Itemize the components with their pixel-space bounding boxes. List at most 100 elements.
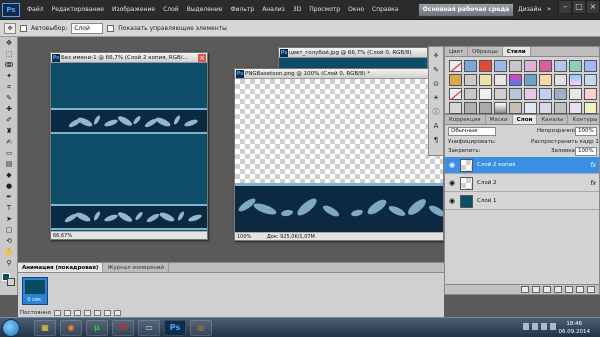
tab-paths[interactable]: Контуры <box>568 115 600 124</box>
autoselect-dropdown[interactable]: Слой <box>71 22 104 34</box>
menu-3d[interactable]: 3D <box>289 0 305 20</box>
menu-file[interactable]: Файл <box>23 0 48 20</box>
tab-measurement-log[interactable]: Журнал измерений <box>103 263 169 272</box>
layer-row[interactable]: ◉ Слой 2 fx <box>445 175 599 192</box>
tray-icon[interactable] <box>532 323 538 330</box>
canvas[interactable] <box>279 58 427 68</box>
style-preset-swatch[interactable] <box>479 102 492 114</box>
document-tab[interactable]: Ps PNGBasetoon.png @ 100% (Слой 0, RGB/8… <box>235 69 443 79</box>
path-select-icon[interactable]: ➤ <box>2 214 16 224</box>
style-preset-swatch[interactable] <box>464 102 477 114</box>
history-brush-icon[interactable]: ✍ <box>2 137 16 147</box>
style-preset-swatch[interactable] <box>509 60 522 72</box>
utorrent-icon[interactable]: µ <box>86 320 108 336</box>
start-button[interactable] <box>2 319 20 337</box>
first-frame-icon[interactable] <box>53 310 61 316</box>
close-icon[interactable]: × <box>198 54 206 62</box>
app-icon[interactable]: ◎ <box>190 320 212 336</box>
new-group-icon[interactable] <box>565 286 573 293</box>
tray-icon[interactable] <box>523 323 529 330</box>
menu-layer[interactable]: Слой <box>159 0 183 20</box>
tab-animation[interactable]: Анимация (покадровая) <box>18 263 104 272</box>
stamp-tool-icon[interactable]: ♜ <box>2 126 16 136</box>
tab-layers[interactable]: Слои <box>512 115 538 124</box>
move-tool-icon[interactable]: ✥ <box>4 22 16 34</box>
eye-icon[interactable]: ◉ <box>447 179 457 188</box>
animation-frame[interactable]: 0 сек. <box>22 277 48 305</box>
frame-delay[interactable]: 0 сек. <box>23 297 47 303</box>
style-preset-swatch[interactable] <box>479 74 492 86</box>
style-preset-swatch[interactable] <box>464 60 477 72</box>
style-preset-swatch[interactable] <box>449 60 462 72</box>
volume-icon[interactable] <box>550 323 556 330</box>
style-preset-swatch[interactable] <box>539 88 552 100</box>
style-preset-swatch[interactable] <box>584 60 597 72</box>
style-preset-swatch[interactable] <box>554 88 567 100</box>
style-preset-swatch[interactable] <box>524 60 537 72</box>
opera-icon[interactable]: O <box>112 320 134 336</box>
lasso-tool-icon[interactable]: ↂ <box>2 60 16 70</box>
style-preset-swatch[interactable] <box>554 74 567 86</box>
tab-adjustments[interactable]: Коррекция <box>445 115 486 124</box>
style-preset-swatch[interactable] <box>509 74 522 86</box>
clone-source-icon[interactable]: ⊙ <box>430 79 442 89</box>
style-preset-swatch[interactable] <box>524 102 537 114</box>
style-preset-swatch[interactable] <box>539 102 552 114</box>
document-window-1[interactable]: Ps Без имени-1 @ 66,7% (Слой 2 копия, RG… <box>50 52 208 240</box>
tween-icon[interactable] <box>93 310 101 316</box>
style-preset-swatch[interactable] <box>494 60 507 72</box>
menu-analysis[interactable]: Анализ <box>258 0 289 20</box>
style-preset-swatch[interactable] <box>584 102 597 114</box>
document-window-3[interactable]: Ps PNGBasetoon.png @ 100% (Слой 0, RGB/8… <box>234 68 444 241</box>
workspace-button[interactable]: Основная рабочая среда <box>418 3 514 17</box>
link-layers-icon[interactable] <box>521 286 529 293</box>
style-preset-swatch[interactable] <box>479 88 492 100</box>
style-preset-swatch[interactable] <box>584 74 597 86</box>
menu-view[interactable]: Просмотр <box>305 0 344 20</box>
gradient-tool-icon[interactable]: ▤ <box>2 159 16 169</box>
brush-tool-icon[interactable]: ✐ <box>2 115 16 125</box>
eye-icon[interactable]: ◉ <box>447 161 457 170</box>
design-workspace-link[interactable]: Дизайн <box>518 5 541 15</box>
style-preset-swatch[interactable] <box>569 88 582 100</box>
dodge-tool-icon[interactable]: ● <box>2 181 16 191</box>
firefox-icon[interactable]: ◉ <box>60 320 82 336</box>
style-preset-swatch[interactable] <box>509 88 522 100</box>
expand-icon[interactable]: » <box>543 4 555 15</box>
fill-input[interactable]: 100% <box>575 147 597 156</box>
healing-brush-icon[interactable]: ✚ <box>2 104 16 114</box>
show-controls-checkbox[interactable] <box>107 24 115 32</box>
style-preset-swatch[interactable] <box>464 88 477 100</box>
explorer-icon[interactable]: ▦ <box>34 320 56 336</box>
trash-icon[interactable] <box>113 310 121 316</box>
fx-icon[interactable]: fx <box>590 175 596 192</box>
zoom-readout[interactable]: 100% <box>237 234 251 240</box>
menu-filter[interactable]: Фильтр <box>226 0 258 20</box>
adjustments-icon[interactable]: ☀ <box>430 93 442 103</box>
style-preset-swatch[interactable] <box>524 74 537 86</box>
style-preset-swatch[interactable] <box>449 88 462 100</box>
style-preset-swatch[interactable] <box>479 60 492 72</box>
layer-row[interactable]: ◉ Слой 1 <box>445 193 599 210</box>
marquee-tool-icon[interactable]: ⬚ <box>2 49 16 59</box>
style-preset-swatch[interactable] <box>449 74 462 86</box>
menu-window[interactable]: Окно <box>344 0 368 20</box>
shape-tool-icon[interactable]: ▢ <box>2 225 16 235</box>
navigator-icon[interactable]: ⚘ <box>430 51 442 61</box>
document-tab[interactable]: Ps цвет_голубой.jpg @ 66,7% (Слой 0, RGB… <box>279 48 427 58</box>
document-window-2[interactable]: Ps цвет_голубой.jpg @ 66,7% (Слой 0, RGB… <box>278 47 428 69</box>
tab-channels[interactable]: Каналы <box>537 115 569 124</box>
style-preset-swatch[interactable] <box>509 102 522 114</box>
brush-presets-icon[interactable]: ✎ <box>430 65 442 75</box>
canvas[interactable] <box>51 63 207 231</box>
move-tool-icon[interactable]: ✥ <box>2 38 16 48</box>
loop-dropdown[interactable]: Постоянно <box>20 310 51 316</box>
crop-tool-icon[interactable]: ⌗ <box>2 82 16 92</box>
info-icon[interactable]: ⓘ <box>430 107 442 117</box>
hand-tool-icon[interactable]: ✋ <box>2 247 16 257</box>
style-preset-swatch[interactable] <box>569 102 582 114</box>
new-layer-icon[interactable] <box>576 286 584 293</box>
style-preset-swatch[interactable] <box>524 88 537 100</box>
next-frame-icon[interactable] <box>83 310 91 316</box>
zoom-tool-icon[interactable]: ⚲ <box>2 258 16 268</box>
